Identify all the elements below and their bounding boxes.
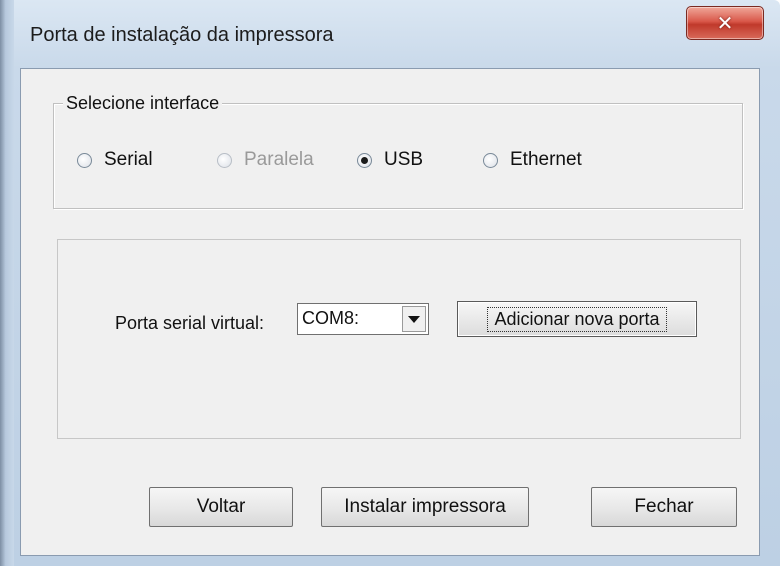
chevron-down-icon[interactable] (402, 306, 426, 332)
close-window-button[interactable]: ✕ (686, 6, 764, 40)
radio-paralela-label: Paralela (244, 149, 314, 170)
radio-button-icon (217, 152, 232, 168)
add-new-port-label: Adicionar nova porta (487, 306, 667, 332)
add-new-port-button[interactable]: Adicionar nova porta (457, 301, 697, 337)
close-button[interactable]: Fechar (591, 487, 737, 527)
window-left-edge (0, 0, 14, 566)
radio-paralela: Paralela (217, 149, 314, 171)
virtual-port-select[interactable]: COM8: (297, 303, 429, 335)
radio-ethernet-label: Ethernet (510, 149, 582, 170)
radio-button-icon (483, 152, 498, 168)
radio-button-checked-icon (357, 152, 372, 168)
install-printer-button[interactable]: Instalar impressora (321, 487, 529, 527)
window-title: Porta de instalação da impressora (30, 24, 334, 46)
virtual-port-label: Porta serial virtual: (115, 313, 265, 333)
radio-serial-label: Serial (104, 149, 153, 170)
radio-button-icon (77, 152, 92, 168)
virtual-port-value: COM8: (302, 308, 360, 328)
radio-ethernet[interactable]: Ethernet (483, 149, 582, 171)
interface-group-legend: Selecione interface (63, 93, 223, 114)
radio-usb-label: USB (384, 149, 424, 170)
radio-serial[interactable]: Serial (77, 149, 153, 171)
port-settings-panel (57, 239, 741, 439)
close-icon: ✕ (716, 11, 734, 35)
dialog-client-area: Selecione interface Serial Paralela USB … (20, 68, 760, 556)
radio-usb[interactable]: USB (357, 149, 423, 171)
back-button[interactable]: Voltar (149, 487, 293, 527)
